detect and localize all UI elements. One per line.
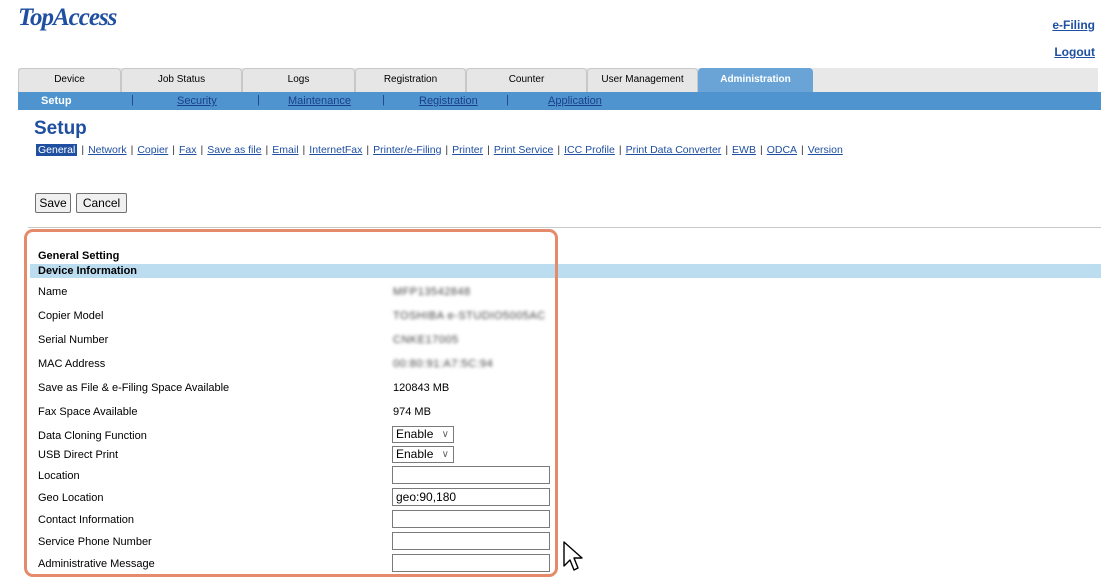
settings-tab-email[interactable]: Email xyxy=(272,144,298,156)
tab-device[interactable]: Device xyxy=(18,68,121,92)
separator: | xyxy=(618,144,622,156)
page-title: Setup xyxy=(34,118,87,139)
main-tab-bar: Device Job Status Logs Registration Coun… xyxy=(18,68,1098,92)
settings-tab-fax[interactable]: Fax xyxy=(179,144,197,156)
divider xyxy=(28,227,1101,228)
settings-tab-print-service[interactable]: Print Service xyxy=(494,144,554,156)
separator: | xyxy=(265,144,269,156)
settings-tab-save-as-file[interactable]: Save as file xyxy=(207,144,261,156)
separator: | xyxy=(172,144,176,156)
settings-tab-version[interactable]: Version xyxy=(808,144,843,156)
settings-tab-printer[interactable]: Printer xyxy=(452,144,483,156)
separator: | xyxy=(557,144,561,156)
save-button[interactable]: Save xyxy=(35,193,71,213)
separator: | xyxy=(366,144,370,156)
separator: | xyxy=(130,144,134,156)
tab-logs[interactable]: Logs xyxy=(242,68,355,92)
separator: | xyxy=(725,144,729,156)
settings-tab-row: General | Network | Copier | Fax | Save as file |… xyxy=(36,144,843,156)
subnav-separator: | xyxy=(257,94,260,106)
topaccess-logo: TopAccess xyxy=(18,4,117,31)
cancel-button[interactable]: Cancel xyxy=(76,193,127,213)
logout-link[interactable]: Logout xyxy=(1054,45,1095,59)
settings-tab-general[interactable]: General xyxy=(36,144,78,156)
separator: | xyxy=(801,144,804,156)
settings-tab-internetfax[interactable]: InternetFax xyxy=(309,144,362,156)
settings-tab-print-data-converter[interactable]: Print Data Converter xyxy=(626,144,722,156)
highlight-frame xyxy=(24,229,558,577)
subnav-separator: | xyxy=(382,94,385,106)
settings-tab-ewb[interactable]: EWB xyxy=(732,144,756,156)
separator: | xyxy=(759,144,763,156)
tab-administration[interactable]: Administration xyxy=(698,68,813,92)
separator: | xyxy=(200,144,204,156)
mouse-cursor-icon xyxy=(563,541,583,571)
subnav-application[interactable]: Application xyxy=(548,95,602,107)
separator: | xyxy=(81,144,85,156)
separator: | xyxy=(445,144,449,156)
settings-tab-network[interactable]: Network xyxy=(88,144,127,156)
separator: | xyxy=(487,144,490,156)
subnav-separator: | xyxy=(131,94,134,106)
sub-navigation: Setup | Security | Maintenance | Registr… xyxy=(18,92,1101,110)
settings-tab-odca[interactable]: ODCA xyxy=(767,144,797,156)
subnav-security[interactable]: Security xyxy=(177,95,217,107)
separator: | xyxy=(302,144,306,156)
tab-job-status[interactable]: Job Status xyxy=(121,68,242,92)
tab-user-management[interactable]: User Management xyxy=(587,68,698,92)
settings-tab-copier[interactable]: Copier xyxy=(137,144,168,156)
tab-counter[interactable]: Counter xyxy=(466,68,587,92)
tab-registration[interactable]: Registration xyxy=(355,68,466,92)
subnav-maintenance[interactable]: Maintenance xyxy=(288,95,351,107)
settings-tab-icc-profile[interactable]: ICC Profile xyxy=(564,144,615,156)
subnav-setup[interactable]: Setup xyxy=(41,95,72,107)
settings-tab-printer-efiling[interactable]: Printer/e-Filing xyxy=(373,144,441,156)
efiling-link[interactable]: e-Filing xyxy=(1052,18,1095,32)
subnav-registration[interactable]: Registration xyxy=(419,95,478,107)
subnav-separator: | xyxy=(506,94,509,106)
